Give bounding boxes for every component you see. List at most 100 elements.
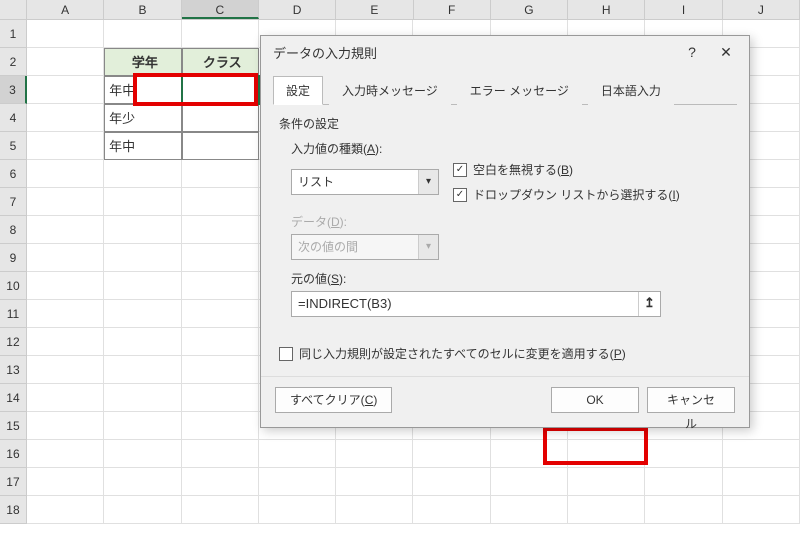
- col-header-D[interactable]: D: [259, 0, 336, 19]
- apply-all-checkbox[interactable]: 同じ入力規則が設定されたすべてのセルに変更を適用する(P): [279, 345, 731, 362]
- row-header-17[interactable]: 17: [0, 468, 27, 496]
- tab-ime-mode[interactable]: 日本語入力: [588, 76, 674, 105]
- row-header-6[interactable]: 6: [0, 160, 27, 188]
- cell-C3[interactable]: [182, 76, 259, 104]
- row-header-8[interactable]: 8: [0, 216, 27, 244]
- cell-B1[interactable]: [104, 20, 181, 48]
- col-header-F[interactable]: F: [414, 0, 491, 19]
- cell-A8[interactable]: [27, 216, 104, 244]
- cell-B11[interactable]: [104, 300, 181, 328]
- cell-B5[interactable]: 年中: [104, 132, 181, 160]
- cell-B3[interactable]: 年中: [104, 76, 181, 104]
- cell-A17[interactable]: [27, 468, 104, 496]
- allow-combo[interactable]: リスト ▾: [291, 169, 439, 195]
- cell-A13[interactable]: [27, 356, 104, 384]
- cell-E18[interactable]: [336, 496, 413, 524]
- cell-D16[interactable]: [259, 440, 336, 468]
- cell-A7[interactable]: [27, 188, 104, 216]
- cell-F16[interactable]: [413, 440, 490, 468]
- row-header-10[interactable]: 10: [0, 272, 27, 300]
- close-button[interactable]: ✕: [709, 36, 743, 68]
- select-all-corner[interactable]: [0, 0, 27, 19]
- col-header-A[interactable]: A: [27, 0, 104, 19]
- row-header-12[interactable]: 12: [0, 328, 27, 356]
- col-header-G[interactable]: G: [491, 0, 568, 19]
- cell-C1[interactable]: [182, 20, 259, 48]
- cell-B4[interactable]: 年少: [104, 104, 181, 132]
- cell-A14[interactable]: [27, 384, 104, 412]
- col-header-C[interactable]: C: [182, 0, 259, 19]
- cell-A10[interactable]: [27, 272, 104, 300]
- cell-A5[interactable]: [27, 132, 104, 160]
- cell-B14[interactable]: [104, 384, 181, 412]
- col-header-I[interactable]: I: [645, 0, 722, 19]
- cell-H16[interactable]: [568, 440, 645, 468]
- row-header-7[interactable]: 7: [0, 188, 27, 216]
- cell-B8[interactable]: [104, 216, 181, 244]
- cell-A11[interactable]: [27, 300, 104, 328]
- row-header-3[interactable]: 3: [0, 76, 27, 104]
- row-header-5[interactable]: 5: [0, 132, 27, 160]
- cell-A16[interactable]: [27, 440, 104, 468]
- cell-I18[interactable]: [645, 496, 722, 524]
- row-header-13[interactable]: 13: [0, 356, 27, 384]
- cell-A2[interactable]: [27, 48, 104, 76]
- ok-button[interactable]: OK: [551, 387, 639, 413]
- cell-C9[interactable]: [182, 244, 259, 272]
- range-selector-icon[interactable]: ↥: [638, 292, 660, 316]
- cell-C10[interactable]: [182, 272, 259, 300]
- col-header-J[interactable]: J: [723, 0, 800, 19]
- cell-A3[interactable]: [27, 76, 104, 104]
- tab-error-alert[interactable]: エラー メッセージ: [457, 76, 582, 105]
- cell-C18[interactable]: [182, 496, 259, 524]
- cell-C7[interactable]: [182, 188, 259, 216]
- cell-B9[interactable]: [104, 244, 181, 272]
- cell-B18[interactable]: [104, 496, 181, 524]
- cell-B13[interactable]: [104, 356, 181, 384]
- ignore-blank-checkbox[interactable]: 空白を無視する(B): [453, 161, 680, 178]
- row-header-15[interactable]: 15: [0, 412, 27, 440]
- cell-C2[interactable]: クラス: [182, 48, 259, 76]
- cell-E17[interactable]: [336, 468, 413, 496]
- cell-B10[interactable]: [104, 272, 181, 300]
- cell-D17[interactable]: [259, 468, 336, 496]
- cell-C16[interactable]: [182, 440, 259, 468]
- help-button[interactable]: ?: [675, 36, 709, 68]
- cell-B2[interactable]: 学年: [104, 48, 181, 76]
- cell-B7[interactable]: [104, 188, 181, 216]
- cell-A1[interactable]: [27, 20, 104, 48]
- row-header-14[interactable]: 14: [0, 384, 27, 412]
- cell-B15[interactable]: [104, 412, 181, 440]
- in-cell-dropdown-checkbox[interactable]: ドロップダウン リストから選択する(I): [453, 186, 680, 203]
- cell-I16[interactable]: [645, 440, 722, 468]
- row-header-4[interactable]: 4: [0, 104, 27, 132]
- cell-G17[interactable]: [491, 468, 568, 496]
- cell-C4[interactable]: [182, 104, 259, 132]
- cell-G18[interactable]: [491, 496, 568, 524]
- cell-H17[interactable]: [568, 468, 645, 496]
- row-header-18[interactable]: 18: [0, 496, 27, 524]
- row-header-11[interactable]: 11: [0, 300, 27, 328]
- row-header-16[interactable]: 16: [0, 440, 27, 468]
- cell-A18[interactable]: [27, 496, 104, 524]
- cell-C13[interactable]: [182, 356, 259, 384]
- cell-A12[interactable]: [27, 328, 104, 356]
- cell-A9[interactable]: [27, 244, 104, 272]
- cell-H18[interactable]: [568, 496, 645, 524]
- cell-J18[interactable]: [723, 496, 800, 524]
- cell-C6[interactable]: [182, 160, 259, 188]
- cell-C15[interactable]: [182, 412, 259, 440]
- cell-J17[interactable]: [723, 468, 800, 496]
- cell-C17[interactable]: [182, 468, 259, 496]
- col-header-E[interactable]: E: [336, 0, 413, 19]
- cell-B6[interactable]: [104, 160, 181, 188]
- row-header-9[interactable]: 9: [0, 244, 27, 272]
- cell-I17[interactable]: [645, 468, 722, 496]
- cell-A15[interactable]: [27, 412, 104, 440]
- row-header-2[interactable]: 2: [0, 48, 27, 76]
- cell-C12[interactable]: [182, 328, 259, 356]
- cell-C11[interactable]: [182, 300, 259, 328]
- col-header-B[interactable]: B: [104, 0, 181, 19]
- clear-all-button[interactable]: すべてクリア(C): [275, 387, 392, 413]
- cell-B16[interactable]: [104, 440, 181, 468]
